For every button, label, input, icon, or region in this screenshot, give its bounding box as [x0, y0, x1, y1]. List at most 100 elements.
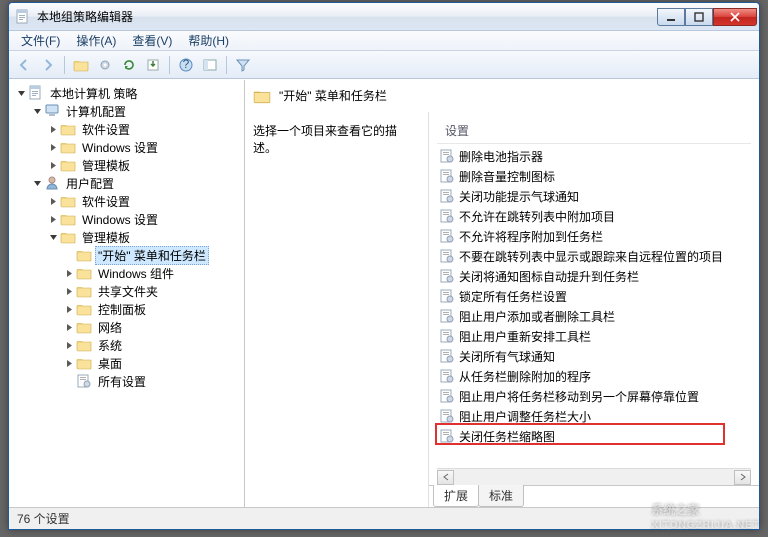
expander-icon[interactable] [47, 231, 59, 243]
refresh-button[interactable] [118, 54, 140, 76]
minimize-button[interactable] [657, 8, 685, 26]
tree-admin-child[interactable]: 控制面板 [61, 300, 244, 318]
titlebar[interactable]: 本地组策略编辑器 [9, 3, 759, 31]
statusbar: 76 个设置 [9, 507, 759, 529]
menu-action[interactable]: 操作(A) [68, 30, 124, 51]
up-button[interactable] [70, 54, 92, 76]
list-item[interactable]: 关闭将通知图标自动提升到任务栏 [437, 266, 755, 286]
tree-admin-child[interactable]: 所有设置 [61, 372, 244, 390]
list-item-label: 关闭所有气球通知 [459, 348, 555, 365]
expander-icon[interactable] [47, 141, 59, 153]
tree-user-admin[interactable]: 管理模板 [45, 228, 244, 246]
tree-admin-child[interactable]: 桌面 [61, 354, 244, 372]
list-item-label: 关闭将通知图标自动提升到任务栏 [459, 268, 639, 285]
maximize-button[interactable] [685, 8, 713, 26]
tree-root[interactable]: 本地计算机 策略 [13, 84, 244, 102]
expander-icon[interactable] [63, 285, 75, 297]
toolbar-separator [226, 56, 227, 74]
expander-icon[interactable] [47, 213, 59, 225]
tree-user-win[interactable]: Windows 设置 [45, 210, 244, 228]
help-icon [178, 57, 194, 73]
tree-admin-child[interactable]: 共享文件夹 [61, 282, 244, 300]
menu-help[interactable]: 帮助(H) [180, 30, 237, 51]
expander-icon[interactable] [63, 357, 75, 369]
expander-icon[interactable] [47, 195, 59, 207]
description-pane: 选择一个项目来查看它的描述。 [245, 112, 429, 507]
folder-icon [60, 193, 76, 209]
close-button[interactable] [713, 8, 757, 26]
toolbar-separator [169, 56, 170, 74]
scroll-right-button[interactable] [734, 470, 751, 485]
expander-icon[interactable] [15, 87, 27, 99]
expander-icon[interactable] [47, 123, 59, 135]
expander-icon[interactable] [63, 267, 75, 279]
list-item[interactable]: 关闭任务栏缩略图 [437, 426, 755, 446]
tree-label: 计算机配置 [63, 102, 129, 121]
tree-computer-child[interactable]: Windows 设置 [45, 138, 244, 156]
setting-icon [76, 373, 92, 389]
tab-extended[interactable]: 扩展 [433, 485, 479, 507]
filter-button[interactable] [232, 54, 254, 76]
list-item-label: 不允许在跳转列表中附加项目 [459, 208, 615, 225]
tree-label: 系统 [95, 336, 125, 355]
list-item[interactable]: 从任务栏删除附加的程序 [437, 366, 755, 386]
list-item[interactable]: 删除音量控制图标 [437, 166, 755, 186]
properties-button[interactable] [94, 54, 116, 76]
toolbar-separator [64, 56, 65, 74]
setting-icon [439, 208, 455, 224]
folder-icon [60, 229, 76, 245]
tree-computer-child[interactable]: 软件设置 [45, 120, 244, 138]
tree-user-soft[interactable]: 软件设置 [45, 192, 244, 210]
expander-icon[interactable] [31, 105, 43, 117]
list-item[interactable]: 阻止用户添加或者删除工具栏 [437, 306, 755, 326]
tree-pane[interactable]: 本地计算机 策略计算机配置软件设置Windows 设置管理模板用户配置软件设置W… [9, 80, 245, 507]
computer-icon [44, 103, 60, 119]
list-item[interactable]: 不允许将程序附加到任务栏 [437, 226, 755, 246]
back-button[interactable] [13, 54, 35, 76]
tree-admin-child[interactable]: 网络 [61, 318, 244, 336]
menu-view[interactable]: 查看(V) [124, 30, 180, 51]
window-title: 本地组策略编辑器 [37, 8, 657, 25]
folder-icon [60, 139, 76, 155]
tree-admin-child[interactable]: Windows 组件 [61, 264, 244, 282]
tree-label: Windows 设置 [79, 210, 161, 229]
expander-icon[interactable] [63, 321, 75, 333]
list-item[interactable]: 不允许在跳转列表中附加项目 [437, 206, 755, 226]
help-button[interactable] [175, 54, 197, 76]
expander-icon[interactable] [31, 177, 43, 189]
scroll-track[interactable] [454, 470, 734, 485]
column-header-setting[interactable]: 设置 [437, 120, 751, 144]
list-item-label: 阻止用户调整任务栏大小 [459, 408, 591, 425]
setting-icon [439, 348, 455, 364]
list-item[interactable]: 删除电池指示器 [437, 146, 755, 166]
list-item[interactable]: 阻止用户将任务栏移动到另一个屏幕停靠位置 [437, 386, 755, 406]
list-item[interactable]: 关闭功能提示气球通知 [437, 186, 755, 206]
setting-icon [439, 188, 455, 204]
tree-admin-child[interactable]: 系统 [61, 336, 244, 354]
tab-standard[interactable]: 标准 [478, 485, 524, 507]
list-item[interactable]: 不要在跳转列表中显示或跟踪来自远程位置的项目 [437, 246, 755, 266]
tree-computer-config[interactable]: 计算机配置 [29, 102, 244, 120]
tree-admin-child[interactable]: "开始" 菜单和任务栏 [61, 246, 244, 264]
showhide-icon [202, 57, 218, 73]
expander-icon[interactable] [47, 159, 59, 171]
tree-computer-child[interactable]: 管理模板 [45, 156, 244, 174]
scroll-left-button[interactable] [437, 470, 454, 485]
list-item[interactable]: 锁定所有任务栏设置 [437, 286, 755, 306]
expander-icon[interactable] [63, 339, 75, 351]
horizontal-scrollbar[interactable] [437, 468, 751, 485]
expander-icon[interactable] [63, 303, 75, 315]
list-item-label: 从任务栏删除附加的程序 [459, 368, 591, 385]
refresh-icon [121, 57, 137, 73]
menu-file[interactable]: 文件(F) [13, 30, 68, 51]
forward-button[interactable] [37, 54, 59, 76]
list-item[interactable]: 阻止用户调整任务栏大小 [437, 406, 755, 426]
tree-user-config[interactable]: 用户配置 [29, 174, 244, 192]
tree-label: 桌面 [95, 354, 125, 373]
list-item[interactable]: 关闭所有气球通知 [437, 346, 755, 366]
export-button[interactable] [142, 54, 164, 76]
list-item[interactable]: 阻止用户重新安排工具栏 [437, 326, 755, 346]
settings-list[interactable]: 删除电池指示器删除音量控制图标关闭功能提示气球通知不允许在跳转列表中附加项目不允… [429, 144, 759, 464]
showhide-button[interactable] [199, 54, 221, 76]
list-item-label: 删除电池指示器 [459, 148, 543, 165]
